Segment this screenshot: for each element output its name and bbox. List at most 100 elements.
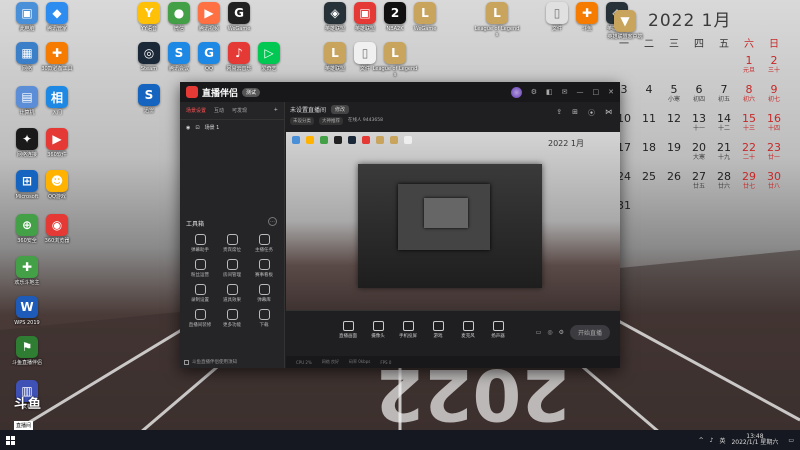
notification-icon[interactable]: ▭ [788, 437, 794, 444]
calendar-day[interactable]: 19 [662, 141, 686, 166]
add-scene-icon[interactable]: + [274, 107, 278, 114]
toolbox-item[interactable]: 直播间装修 [184, 309, 216, 328]
calendar-day[interactable]: 4 [637, 83, 661, 108]
calendar-day[interactable]: 2 三十 [762, 54, 786, 79]
volume-icon[interactable]: ♪ [710, 437, 714, 444]
skin-icon[interactable]: ◧ [546, 88, 553, 96]
source-control-button[interactable]: 扬声器 [488, 321, 508, 339]
app-icon: ◆ [46, 2, 68, 24]
desktop-icon[interactable]: ▷ 爱奇艺 [246, 42, 292, 72]
clock[interactable]: 13:48 2022/1/1 星期六 [731, 434, 778, 446]
source-control-button[interactable]: 手机投屏 [398, 321, 418, 339]
calendar-day[interactable]: 16 十四 [762, 112, 786, 137]
calendar-day[interactable]: 6 初四 [687, 83, 711, 108]
toolbox-item[interactable]: 更多功能 [216, 309, 248, 328]
calendar-day[interactable]: 20 大寒 [687, 141, 711, 166]
message-icon[interactable]: ✉ [562, 88, 568, 96]
calendar-day[interactable]: 1 元旦 [737, 54, 761, 79]
input-method-icon[interactable]: 英 [719, 436, 725, 445]
calendar-day[interactable]: 26 [662, 170, 686, 195]
share-icon[interactable]: ⇪ [556, 108, 562, 118]
toolbox-item[interactable]: 贵宾席位 [216, 234, 248, 253]
calendar-day[interactable]: 8 初六 [737, 83, 761, 108]
calendar-day[interactable]: 28 廿六 [712, 170, 736, 195]
desktop-icon[interactable]: ☻ QQ游戏 [34, 170, 80, 200]
calendar-day[interactable]: 13 十一 [687, 112, 711, 137]
calendar-day[interactable]: 18 [637, 141, 661, 166]
calendar-day[interactable]: 25 [637, 170, 661, 195]
settings-icon[interactable]: ⚙ [531, 88, 537, 96]
desktop-icon[interactable]: ▶ 360软件 [34, 128, 80, 158]
toolbox-item[interactable]: 赛事看板 [248, 259, 280, 278]
user-avatar[interactable] [510, 86, 522, 98]
calendar-day[interactable]: 29 廿七 [737, 170, 761, 195]
tab-interact[interactable]: 互动 [214, 107, 224, 114]
desktop-icon[interactable]: L WeGame [402, 2, 448, 32]
toolbox-item[interactable]: 下载 [248, 309, 280, 328]
desktop-icon-label: 斗鱼 [581, 26, 592, 32]
room-recommend[interactable]: 大神推荐 [319, 117, 343, 125]
toolbox-item[interactable]: 粉丝运营 [184, 259, 216, 278]
source-control-button[interactable]: 游戏 [428, 321, 448, 339]
stream-preview[interactable]: 2022 1月 2022 [286, 132, 620, 310]
calendar-day[interactable]: 14 十二 [712, 112, 736, 137]
sidebar-footer[interactable]: 斗鱼直播伴侣使用须知 [184, 359, 237, 365]
calendar-day[interactable]: 21 十九 [712, 141, 736, 166]
maximize-icon[interactable]: □ [593, 88, 600, 96]
checkbox-icon[interactable] [184, 359, 189, 365]
desktop-icon[interactable]: ◉ 360浏览器 [34, 214, 80, 244]
desktop-icon[interactable]: G WeGame [216, 2, 262, 32]
lock-icon[interactable]: ⊡ [195, 125, 199, 131]
edit-room-button[interactable]: 修改 [331, 105, 350, 114]
desktop-icon[interactable]: L League of Legends [372, 42, 418, 78]
desktop-icon[interactable]: L League of Legends [474, 2, 520, 38]
toolbox-item[interactable]: 弹幕助手 [184, 234, 216, 253]
desktop-icon[interactable]: 相入门 [34, 86, 80, 116]
toolbox-item[interactable]: 录制设置 [184, 284, 216, 303]
calendar-day[interactable]: 5 小寒 [662, 83, 686, 108]
calendar-day[interactable]: 15 十三 [737, 112, 761, 137]
calendar-day[interactable]: 23 廿一 [762, 141, 786, 166]
calendar-day[interactable]: 7 初五 [712, 83, 736, 108]
eye-icon[interactable]: ◎ [547, 329, 552, 336]
source-control-button[interactable]: 麦克风 [458, 321, 478, 339]
share-link-icon[interactable]: ⋈ [605, 108, 612, 118]
record-icon[interactable]: ⦿ [588, 108, 595, 118]
minimize-icon[interactable]: — [577, 88, 584, 96]
app-icon: ✚ [46, 42, 68, 64]
calendar-day[interactable]: 12 [662, 112, 686, 137]
desktop-icon[interactable]: ◆ 腾讯管家 [34, 2, 80, 32]
toolbox-item[interactable]: 房间管理 [216, 259, 248, 278]
tray-expand-icon[interactable]: ^ [699, 437, 704, 444]
toolbox-more-icon[interactable]: … [268, 217, 277, 226]
desktop-icon-label: 欢乐斗地主 [14, 280, 40, 286]
gear-icon[interactable]: ⚙ [559, 329, 564, 336]
scene-item[interactable]: ◉ ⊡ 场景 1 [180, 120, 284, 135]
start-button[interactable] [0, 430, 20, 450]
tab-scene[interactable]: 场景设置 [186, 107, 206, 114]
room-category[interactable]: 未设分类 [290, 117, 314, 125]
screenshot-icon[interactable]: ⊞ [572, 108, 578, 118]
camera-toggle-icon[interactable]: ▭ [536, 329, 542, 336]
start-live-button[interactable]: 开始直播 [569, 325, 610, 340]
desktop-icon[interactable]: ✚ 30款必备工具 [34, 42, 80, 72]
source-control-button[interactable]: 摄像头 [368, 321, 388, 339]
calendar-day[interactable]: 27 廿五 [687, 170, 711, 195]
close-icon[interactable]: ✕ [608, 88, 614, 96]
tool-icon [194, 259, 206, 270]
toolbox-item[interactable]: 弹幕库 [248, 284, 280, 303]
source-control-button[interactable]: 直播画面 [338, 321, 358, 339]
visibility-icon[interactable]: ◉ [186, 125, 190, 131]
desktop-icon[interactable]: ⚑ 斗鱼直播伴侣 [4, 336, 50, 366]
toolbox-item[interactable]: 道具效果 [216, 284, 248, 303]
toolbox-item[interactable]: 主播任务 [248, 234, 280, 253]
tab-discover[interactable]: 可发现 [232, 107, 247, 114]
app-titlebar[interactable]: 直播伴侣 测试 ⚙ ◧ ✉ — □ ✕ [180, 82, 620, 102]
desktop-icon[interactable]: W WPS 2019 [4, 296, 50, 326]
calendar-day[interactable]: 11 [637, 112, 661, 137]
calendar-day[interactable]: 30 廿八 [762, 170, 786, 195]
calendar-day[interactable]: 9 初七 [762, 83, 786, 108]
desktop-icon[interactable]: ✚ 欢乐斗地主 [4, 256, 50, 286]
desktop-icon[interactable]: S 迅雷 [126, 84, 172, 114]
calendar-day[interactable]: 22 二十 [737, 141, 761, 166]
